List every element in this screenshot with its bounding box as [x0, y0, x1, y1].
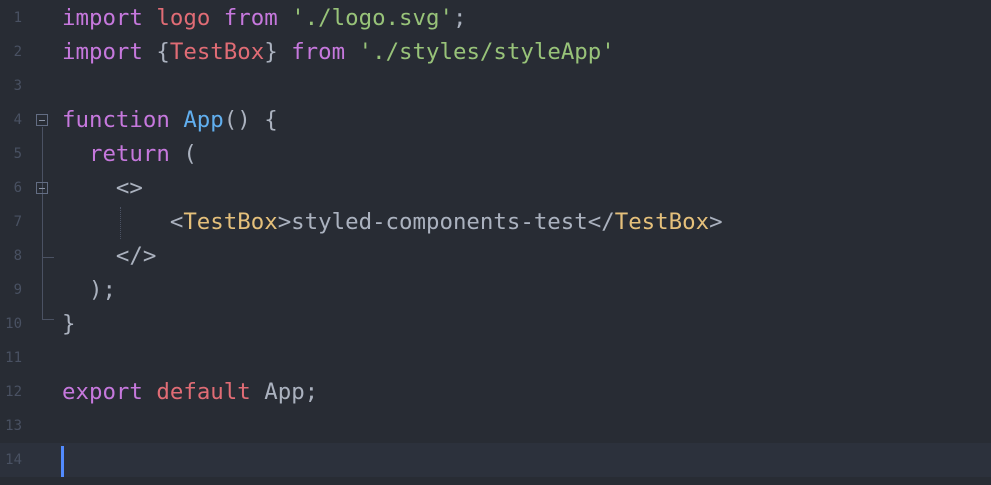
code-line[interactable]: 7 <TestBox>styled-components-test</TestB… — [0, 205, 991, 239]
code-token: default — [156, 379, 251, 405]
line-number: 6 — [13, 180, 22, 196]
fold-guide-end — [42, 319, 54, 320]
code-text: <> — [62, 171, 143, 205]
code-token: './logo.svg' — [291, 5, 453, 31]
code-text: export default App; — [62, 375, 318, 409]
fold-guide-end — [42, 257, 54, 258]
code-token: { — [142, 39, 170, 65]
line-number: 10 — [5, 316, 22, 332]
code-token: import — [62, 39, 143, 65]
code-token: TestBox — [614, 209, 710, 235]
code-text: ); — [62, 273, 116, 307]
code-token: TestBox — [183, 209, 278, 235]
code-line[interactable]: 9 ); — [0, 273, 991, 307]
code-token: from — [223, 5, 278, 31]
line-number: 3 — [13, 78, 22, 94]
code-text: } — [62, 307, 75, 341]
code-text: return ( — [62, 137, 197, 171]
line-number: 1 — [13, 10, 22, 26]
code-token: </> — [62, 243, 157, 269]
code-token: from — [291, 39, 346, 65]
code-token: >styled-components-test</ — [277, 209, 615, 235]
code-text: </> — [62, 239, 156, 273]
indent-guide — [120, 207, 121, 239]
fold-fragment-icon[interactable] — [36, 182, 48, 194]
code-line[interactable]: 5 return ( — [0, 137, 991, 171]
line-number: 2 — [13, 44, 22, 60]
code-line[interactable]: 3 — [0, 69, 991, 103]
code-token: } — [264, 39, 292, 65]
code-token: logo — [156, 5, 211, 31]
line-number: 12 — [5, 384, 22, 400]
code-line[interactable]: 11 — [0, 341, 991, 375]
code-token: TestBox — [169, 39, 265, 65]
code-token: ( — [169, 141, 197, 167]
code-token: <> — [62, 175, 143, 201]
code-text: <TestBox>styled-components-test</TestBox… — [62, 205, 723, 239]
code-token: function — [62, 107, 170, 133]
line-number: 5 — [13, 146, 22, 162]
code-line[interactable]: 14 — [0, 443, 991, 477]
line-number: 7 — [13, 214, 22, 230]
code-token: return — [88, 141, 170, 167]
code-text: import logo from './logo.svg'; — [62, 1, 466, 35]
fold-guide-line — [42, 195, 43, 257]
line-number: 14 — [5, 452, 22, 468]
line-number: 8 — [13, 248, 22, 264]
code-line[interactable]: 12 export default App; — [0, 375, 991, 409]
text-cursor — [61, 446, 64, 477]
code-token: App; — [250, 379, 319, 405]
code-text: function App() { — [62, 103, 278, 137]
code-line[interactable]: 8 </> — [0, 239, 991, 273]
code-line[interactable]: 13 — [0, 409, 991, 443]
code-token: ); — [62, 277, 116, 303]
code-text: import {TestBox} from './styles/styleApp… — [62, 35, 615, 69]
fold-function-icon[interactable] — [36, 114, 48, 126]
code-token: ; — [452, 5, 467, 31]
code-token: export — [62, 379, 143, 405]
code-token: > — [709, 209, 723, 235]
code-token: } — [62, 311, 76, 337]
code-line[interactable]: 4 function App() { — [0, 103, 991, 137]
code-line[interactable]: 10} — [0, 307, 991, 341]
code-line[interactable]: 1 import logo from './logo.svg'; — [0, 1, 991, 35]
code-line[interactable]: 6 <> — [0, 171, 991, 205]
code-token: App — [183, 107, 224, 133]
code-token: './styles/styleApp' — [358, 39, 615, 65]
line-number: 13 — [5, 418, 22, 434]
code-line[interactable]: 2 import {TestBox} from './styles/styleAp… — [0, 35, 991, 69]
code-token: () { — [223, 107, 278, 133]
code-token: import — [62, 5, 143, 31]
code-token: < — [62, 209, 184, 235]
line-number: 11 — [5, 350, 22, 366]
code-editor[interactable]: 1 import logo from './logo.svg'; 2 import {… — [0, 0, 991, 485]
line-number: 9 — [13, 282, 22, 298]
line-number: 4 — [13, 112, 22, 128]
